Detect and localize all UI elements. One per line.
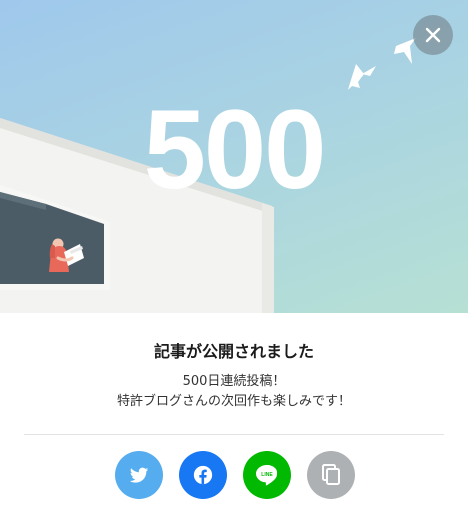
- dialog-message: 500日連続投稿！ 特許ブログさんの次回作も楽しみです！: [0, 372, 468, 412]
- dialog-title: 記事が公開されました: [153, 342, 314, 361]
- copy-icon: [322, 464, 340, 485]
- streak-count: 500: [143, 87, 327, 212]
- share-buttons: LINE: [0, 451, 468, 499]
- twitter-icon: [129, 467, 149, 483]
- facebook-icon: [193, 465, 213, 485]
- hero-illustration: 500: [0, 0, 468, 313]
- line-icon: LINE: [256, 465, 278, 486]
- publish-dialog: 500 記事が公開されました 500日連続投稿！ 特許ブログさんの次回作も楽しみ…: [0, 0, 468, 531]
- divider: [24, 434, 444, 435]
- message-line-1: 500日連続投稿！: [182, 374, 286, 389]
- share-twitter-button[interactable]: [115, 451, 163, 499]
- message-line-2: 特許ブログさんの次回作も楽しみです！: [116, 394, 351, 409]
- close-icon: [425, 27, 441, 43]
- close-button[interactable]: [413, 15, 453, 55]
- share-line-button[interactable]: LINE: [243, 451, 291, 499]
- birds: [348, 38, 416, 90]
- line-label: LINE: [261, 472, 273, 478]
- copy-link-button[interactable]: [307, 451, 355, 499]
- share-facebook-button[interactable]: [179, 451, 227, 499]
